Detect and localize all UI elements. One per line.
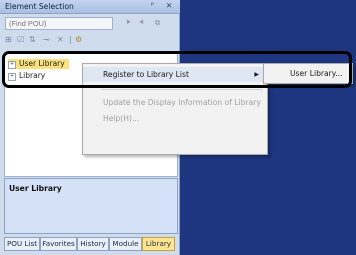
sort-icon[interactable]: ⇅ — [29, 35, 36, 44]
tab-library[interactable]: Library — [142, 237, 175, 251]
description-heading: User Library — [9, 184, 62, 193]
separator: | — [69, 35, 72, 44]
expand-toggle-icon[interactable]: + — [8, 73, 16, 81]
find-options-icon[interactable]: ⧉ — [151, 18, 164, 29]
checkbox-icon[interactable]: ☑ — [17, 35, 24, 44]
close-icon[interactable]: ✕ — [166, 1, 172, 10]
delete-icon[interactable]: ✕ — [57, 35, 64, 44]
panel-tabs: POU List Favorites History Module Librar… — [4, 237, 180, 252]
panel-titlebar: Element Selection ᴾ ✕ — [0, 0, 180, 14]
find-row: ⯈ ⯇ ⧉ — [5, 17, 177, 31]
menu-separator — [101, 89, 263, 90]
expand-toggle-icon[interactable]: + — [8, 61, 16, 69]
tab-pou-list[interactable]: POU List — [4, 237, 40, 251]
menu-item-label: Register to Library List — [103, 70, 189, 79]
tree-item-label: Library — [19, 71, 46, 80]
tree-item-user-library[interactable]: + User Library — [8, 59, 69, 69]
tree-item-library[interactable]: + Library — [8, 71, 45, 81]
tree-item-label: User Library — [19, 59, 65, 68]
tab-history[interactable]: History — [77, 237, 109, 251]
menu-item-register-to-library-list[interactable]: Register to Library List ▶ — [83, 67, 267, 82]
context-menu: Register to Library List ▶ Update the Di… — [82, 63, 268, 155]
submenu: User Library... — [263, 63, 353, 84]
menu-item-update-display-information[interactable]: Update the Display Information of Librar… — [83, 95, 267, 110]
tab-module[interactable]: Module — [109, 237, 142, 251]
find-next-icon[interactable]: ⯈ — [122, 18, 135, 29]
link-icon[interactable]: ⊸ — [43, 35, 50, 44]
menu-item-label: Update the Display Information of Librar… — [103, 98, 261, 107]
menu-item-help[interactable]: Help(H)... — [83, 111, 267, 126]
submenu-item-user-library[interactable]: User Library... — [290, 69, 342, 78]
find-prev-icon[interactable]: ⯇ — [135, 18, 148, 29]
tab-favorites[interactable]: Favorites — [40, 237, 77, 251]
find-pou-input[interactable] — [5, 17, 113, 30]
description-pane: User Library — [4, 178, 178, 234]
library-settings-icon[interactable]: ⚙ — [75, 35, 82, 44]
pin-icon[interactable]: ᴾ — [151, 1, 154, 10]
submenu-arrow-icon: ▶ — [254, 71, 259, 78]
panel-title: Element Selection — [5, 2, 74, 11]
menu-item-label: Help(H)... — [103, 114, 140, 123]
panel-toolbar: ⊞ ☑ ⇅ ⊸ ✕ | ⚙ — [5, 35, 175, 47]
expand-icon[interactable]: ⊞ — [5, 35, 12, 44]
